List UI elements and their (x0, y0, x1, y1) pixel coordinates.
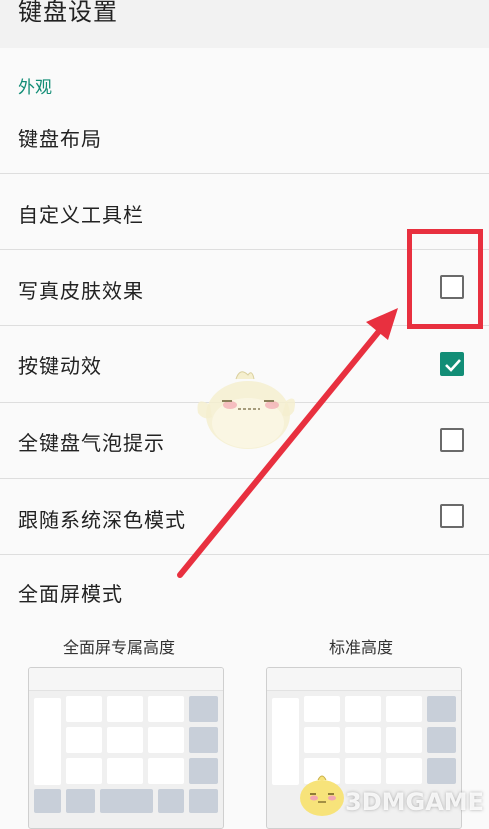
annotation-highlight-box (407, 229, 483, 329)
watermark-mascot-icon (300, 775, 344, 816)
annotation-arrow-icon (177, 308, 398, 578)
watermark-text: 3DMGAME (345, 788, 485, 816)
